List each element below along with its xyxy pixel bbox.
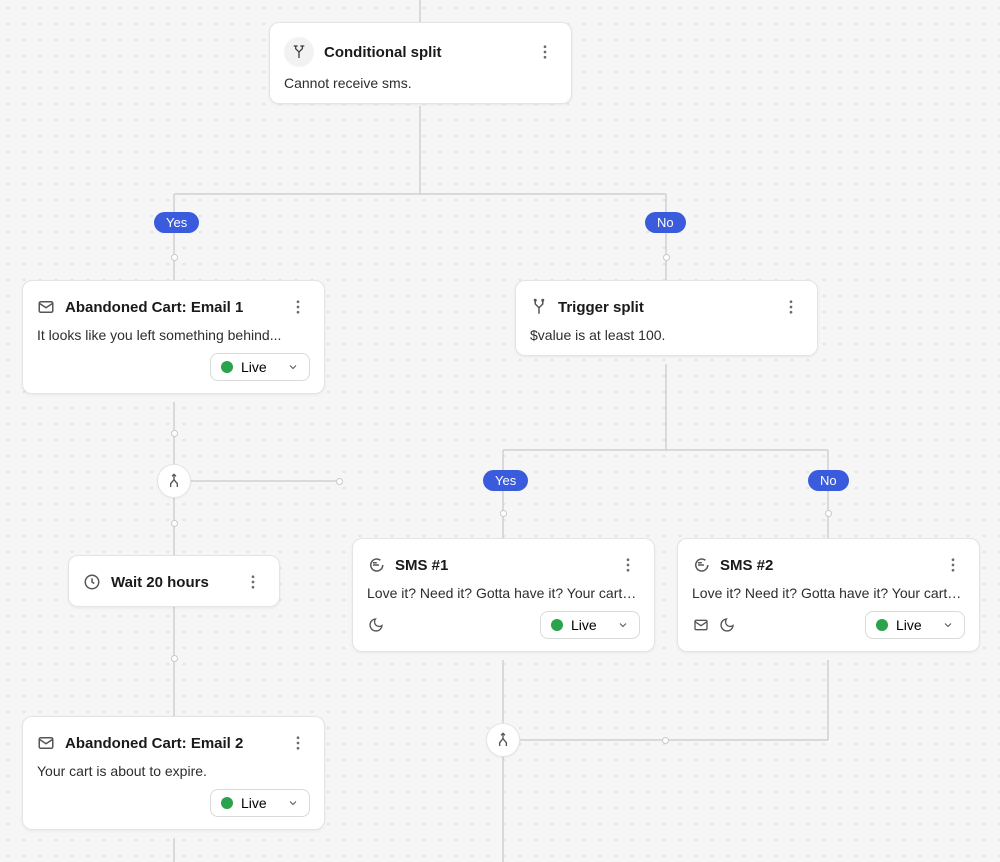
more-vertical-icon — [244, 573, 262, 591]
more-button[interactable] — [941, 553, 965, 577]
status-dot-icon — [221, 797, 233, 809]
node-description: Love it? Need it? Gotta have it? Your ca… — [692, 585, 965, 601]
connector-endpoint — [662, 737, 669, 744]
status-selector[interactable]: Live — [210, 353, 310, 381]
node-title: Wait 20 hours — [111, 574, 231, 591]
connector-endpoint — [171, 520, 178, 527]
node-description: $value is at least 100. — [530, 327, 803, 343]
status-selector[interactable]: Live — [540, 611, 640, 639]
more-button[interactable] — [616, 553, 640, 577]
merge-node[interactable] — [486, 723, 520, 757]
connector-endpoint — [825, 510, 832, 517]
branch-label-yes-1: Yes — [154, 212, 199, 233]
status-label: Live — [896, 617, 922, 633]
node-title: Abandoned Cart: Email 2 — [65, 735, 276, 752]
more-vertical-icon — [289, 298, 307, 316]
node-description: It looks like you left something behind.… — [37, 327, 310, 343]
node-title: SMS #1 — [395, 557, 606, 574]
chevron-down-icon — [287, 797, 299, 809]
trigger-split-icon — [530, 298, 548, 316]
mail-icon — [37, 734, 55, 752]
merge-icon — [495, 732, 511, 748]
node-trigger-split[interactable]: Trigger split $value is at least 100. — [515, 280, 818, 356]
node-description: Your cart is about to expire. — [37, 763, 310, 779]
more-vertical-icon — [536, 43, 554, 61]
node-description: Cannot receive sms. — [284, 75, 557, 91]
more-button[interactable] — [533, 40, 557, 64]
status-label: Live — [241, 795, 267, 811]
chevron-down-icon — [617, 619, 629, 631]
more-button[interactable] — [286, 295, 310, 319]
chevron-down-icon — [287, 361, 299, 373]
status-label: Live — [241, 359, 267, 375]
merge-icon — [166, 473, 182, 489]
status-dot-icon — [551, 619, 563, 631]
status-selector[interactable]: Live — [865, 611, 965, 639]
status-dot-icon — [876, 619, 888, 631]
more-button[interactable] — [241, 570, 265, 594]
clock-icon — [83, 573, 101, 591]
node-conditional-split[interactable]: Conditional split Cannot receive sms. — [269, 22, 572, 104]
node-title: SMS #2 — [720, 557, 931, 574]
connector-endpoint — [171, 430, 178, 437]
mail-small-icon — [692, 616, 710, 634]
status-dot-icon — [221, 361, 233, 373]
connector-endpoint — [663, 254, 670, 261]
sms-icon — [692, 556, 710, 574]
status-label: Live — [571, 617, 597, 633]
connector-endpoint — [336, 478, 343, 485]
node-email-2[interactable]: Abandoned Cart: Email 2 Your cart is abo… — [22, 716, 325, 830]
more-vertical-icon — [782, 298, 800, 316]
sms-icon — [367, 556, 385, 574]
node-wait[interactable]: Wait 20 hours — [68, 555, 280, 607]
branch-label-no-1: No — [645, 212, 686, 233]
connector-endpoint — [171, 254, 178, 261]
mail-icon — [37, 298, 55, 316]
node-sms-2[interactable]: SMS #2 Love it? Need it? Gotta have it? … — [677, 538, 980, 652]
more-vertical-icon — [619, 556, 637, 574]
connector-endpoint — [171, 655, 178, 662]
quiet-hours-icon — [367, 616, 385, 634]
more-vertical-icon — [289, 734, 307, 752]
quiet-hours-icon — [718, 616, 736, 634]
chevron-down-icon — [942, 619, 954, 631]
branch-label-yes-2: Yes — [483, 470, 528, 491]
node-sms-1[interactable]: SMS #1 Love it? Need it? Gotta have it? … — [352, 538, 655, 652]
connector-endpoint — [500, 510, 507, 517]
branch-label-no-2: No — [808, 470, 849, 491]
node-description: Love it? Need it? Gotta have it? Your ca… — [367, 585, 640, 601]
split-icon — [284, 37, 314, 67]
more-button[interactable] — [286, 731, 310, 755]
more-button[interactable] — [779, 295, 803, 319]
more-vertical-icon — [944, 556, 962, 574]
node-title: Trigger split — [558, 299, 769, 316]
node-title: Abandoned Cart: Email 1 — [65, 299, 276, 316]
node-title: Conditional split — [324, 44, 523, 61]
merge-node[interactable] — [157, 464, 191, 498]
node-email-1[interactable]: Abandoned Cart: Email 1 It looks like yo… — [22, 280, 325, 394]
status-selector[interactable]: Live — [210, 789, 310, 817]
